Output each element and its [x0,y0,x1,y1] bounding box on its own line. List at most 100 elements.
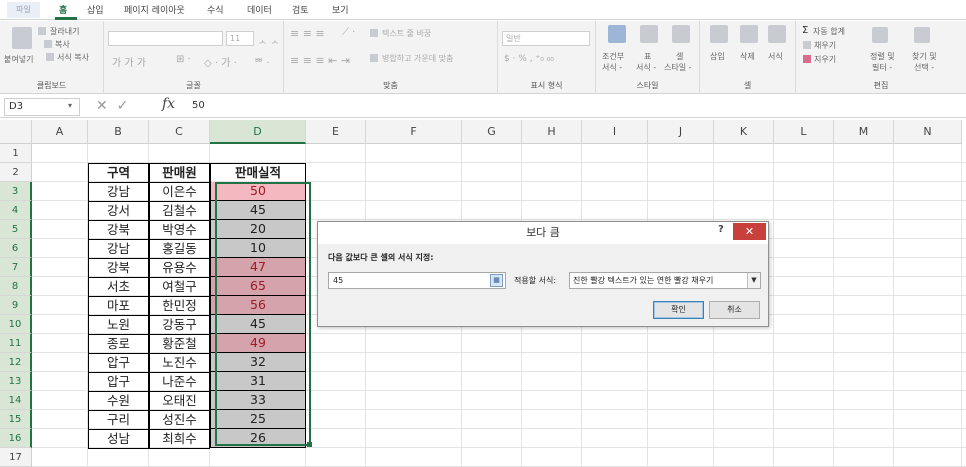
format-cells-button[interactable]: 서식 [768,51,783,62]
sales-cell[interactable]: 33 [210,391,306,410]
number-format-select[interactable]: 일반 [502,31,590,46]
name-box-dropdown-icon[interactable]: ▾ [68,101,72,110]
row-header-12[interactable]: 12 [0,353,32,372]
sales-cell[interactable]: 56 [210,296,306,315]
font-size-select[interactable]: 11 [226,31,254,46]
sales-cell[interactable]: 49 [210,334,306,353]
border-icon[interactable]: ⊞ · [176,54,191,65]
sales-cell[interactable]: 47 [210,258,306,277]
tab-data[interactable]: 데이터 [247,3,272,16]
region-cell[interactable]: 종로 [88,334,149,354]
column-header-m[interactable]: M [834,120,894,144]
region-cell[interactable]: 강남 [88,239,149,259]
seller-cell[interactable]: 한민정 [149,296,210,316]
cancel-confirm-icons[interactable]: ✕ ✓ [96,98,128,114]
tab-insert[interactable]: 삽입 [87,3,104,16]
help-button[interactable]: ? [718,224,724,235]
cell-styles-button-sub[interactable]: 스타일 - [664,62,692,73]
fill-button[interactable]: 채우기 [814,40,836,51]
row-header-5[interactable]: 5 [0,220,32,239]
column-header-e[interactable]: E [306,120,366,144]
sales-cell[interactable]: 45 [210,201,306,220]
sort-filter-button-sub[interactable]: 필터 - [872,62,892,73]
sales-cell[interactable]: 20 [210,220,306,239]
conditional-format-button-sub[interactable]: 서식 - [602,62,622,73]
autosum-button[interactable]: 자동 합계 [813,26,845,37]
wrap-text-button[interactable]: 텍스트 줄 바꿈 [382,28,431,39]
tab-formulas[interactable]: 수식 [207,3,224,16]
find-select-button-sub[interactable]: 선택 - [914,62,934,73]
font-name-select[interactable] [108,31,223,46]
region-cell[interactable]: 강서 [88,201,149,221]
row-header-8[interactable]: 8 [0,277,32,296]
seller-cell[interactable]: 김철수 [149,201,210,221]
select-all-corner[interactable] [0,120,32,144]
seller-cell[interactable]: 홍길동 [149,239,210,259]
cut-button[interactable]: 잘라내기 [50,26,79,37]
row-header-4[interactable]: 4 [0,201,32,220]
seller-cell[interactable]: 박영수 [149,220,210,240]
sales-cell[interactable]: 26 [210,429,306,448]
paste-icon[interactable] [12,27,32,49]
seller-cell[interactable]: 강동구 [149,315,210,335]
seller-cell[interactable]: 노진수 [149,353,210,373]
sort-filter-button[interactable]: 정렬 및 [870,51,895,62]
seller-cell[interactable]: 나준수 [149,372,210,392]
font-grow-icon[interactable]: ᆺ ᆺ [258,31,280,46]
tab-home[interactable]: 홈 [59,3,67,16]
seller-cell[interactable]: 성진수 [149,410,210,430]
region-cell[interactable]: 강남 [88,182,149,202]
chevron-down-icon[interactable]: ▼ [747,273,760,288]
region-cell[interactable]: 압구 [88,372,149,392]
paste-button[interactable]: 붙여넣기 [4,54,33,65]
fill-color-icon[interactable]: ◇ · 가 · [204,54,237,69]
column-header-f[interactable]: F [366,120,462,144]
row-header-13[interactable]: 13 [0,372,32,391]
row-header-17[interactable]: 17 [0,448,32,467]
header-cell-region[interactable]: 구역 [88,163,149,183]
column-header-j[interactable]: J [648,120,714,144]
tab-page-layout[interactable]: 페이지 레이아웃 [124,3,185,16]
row-header-16[interactable]: 16 [0,429,32,448]
region-cell[interactable]: 성남 [88,429,149,449]
sales-cell[interactable]: 45 [210,315,306,334]
region-cell[interactable]: 강북 [88,258,149,278]
tab-view[interactable]: 보기 [332,3,349,16]
sales-cell[interactable]: 32 [210,353,306,372]
column-header-c[interactable]: C [149,120,210,144]
orientation-icon[interactable]: ⟋ · [342,27,355,38]
formula-input[interactable]: 50 [192,100,205,111]
sales-cell[interactable]: 31 [210,372,306,391]
region-cell[interactable]: 압구 [88,353,149,373]
seller-cell[interactable]: 이은수 [149,182,210,202]
column-header-a[interactable]: A [32,120,88,144]
column-header-n[interactable]: N [894,120,962,144]
fill-handle[interactable] [307,442,312,447]
clear-button[interactable]: 지우기 [814,54,836,65]
region-cell[interactable]: 수원 [88,391,149,411]
row-header-6[interactable]: 6 [0,239,32,258]
ok-button[interactable]: 확인 [653,301,704,319]
threshold-input[interactable]: 45 [328,272,506,289]
align-top-icons[interactable]: ≡ ≡ ≡ [290,27,325,40]
conditional-format-button[interactable]: 조건부 [602,51,624,62]
seller-cell[interactable]: 최희수 [149,429,210,449]
insert-function-button[interactable]: fx [162,96,175,112]
copy-button[interactable]: 복사 [55,39,70,50]
insert-cells-button[interactable]: 삽입 [710,51,725,62]
column-header-b[interactable]: B [88,120,149,144]
sales-cell[interactable]: 25 [210,410,306,429]
row-header-2[interactable]: 2 [0,163,32,182]
phonetic-icon[interactable]: ᄈ · [254,54,270,69]
row-header-15[interactable]: 15 [0,410,32,429]
close-button[interactable]: ✕ [733,223,766,240]
delete-cells-button[interactable]: 삭제 [740,51,755,62]
row-header-14[interactable]: 14 [0,391,32,410]
column-header-h[interactable]: H [522,120,582,144]
row-header-7[interactable]: 7 [0,258,32,277]
column-header-l[interactable]: L [774,120,834,144]
region-cell[interactable]: 노원 [88,315,149,335]
row-header-9[interactable]: 9 [0,296,32,315]
row-header-1[interactable]: 1 [0,144,32,163]
format-select[interactable]: 진한 빨강 텍스트가 있는 연한 빨강 채우기 ▼ [569,272,761,289]
